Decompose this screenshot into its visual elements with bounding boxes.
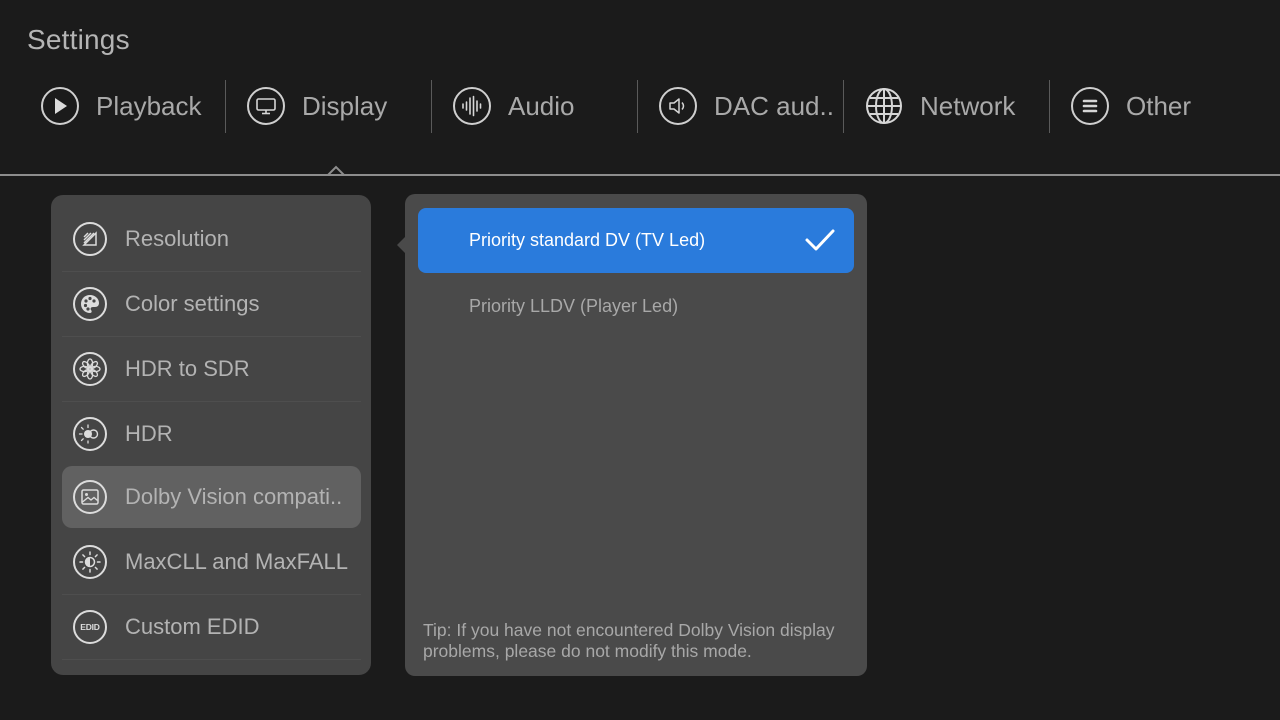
checkmark-icon — [805, 229, 835, 251]
option-label: Priority standard DV (TV Led) — [469, 230, 706, 250]
menu-divider — [62, 659, 361, 660]
tab-audio[interactable]: Audio — [412, 78, 618, 134]
menu-item-label: Color settings — [125, 291, 260, 316]
category-tabs: Playback Display Audio DAC aud.. Network… — [0, 78, 1280, 134]
tip-text: Tip: If you have not encountered Dolby V… — [423, 620, 835, 661]
option-priority-standard-dv[interactable]: Priority standard DV (TV Led) — [418, 208, 854, 273]
tab-playback[interactable]: Playback — [0, 78, 206, 134]
image-icon — [73, 480, 107, 514]
edid-icon: EDID — [73, 610, 107, 644]
menu-divider — [62, 336, 361, 337]
menu-item-dolby-vision[interactable]: Dolby Vision compati.. — [62, 466, 361, 528]
tab-label: DAC aud.. — [714, 90, 834, 121]
menu-item-label: Custom EDID — [125, 614, 260, 639]
monitor-icon — [247, 87, 285, 125]
tab-dac-audio[interactable]: DAC aud.. — [618, 78, 834, 134]
tabs-underline — [0, 174, 1280, 176]
menu-lines-icon — [1071, 87, 1109, 125]
globe-icon — [865, 87, 903, 125]
tab-label: Audio — [508, 90, 575, 121]
tab-label: Network — [920, 90, 1016, 121]
menu-divider — [62, 401, 361, 402]
menu-item-label: Dolby Vision compati.. — [125, 484, 343, 509]
audio-wave-icon — [453, 87, 491, 125]
page-title: Settings — [27, 24, 130, 55]
resolution-icon — [73, 222, 107, 256]
play-icon — [41, 87, 79, 125]
menu-item-label: MaxCLL and MaxFALL — [125, 549, 348, 574]
tab-display[interactable]: Display — [206, 78, 412, 134]
tab-other[interactable]: Other — [1030, 78, 1236, 134]
active-tab-indicator — [324, 165, 348, 176]
menu-divider — [62, 594, 361, 595]
flower-icon — [73, 352, 107, 386]
menu-item-label: HDR to SDR — [125, 356, 250, 381]
brightness-icon — [73, 545, 107, 579]
tab-label: Other — [1126, 90, 1192, 121]
menu-item-custom-edid[interactable]: EDID Custom EDID — [62, 596, 361, 658]
menu-item-label: HDR — [125, 421, 173, 446]
tab-label: Display — [302, 90, 388, 121]
palette-icon — [73, 287, 107, 321]
tab-label: Playback — [96, 90, 202, 121]
menu-item-label: Resolution — [125, 226, 229, 251]
speaker-icon — [659, 87, 697, 125]
display-submenu: Resolution Color settings HDR to SDR HDR… — [51, 195, 371, 675]
hdr-sun-icon — [73, 417, 107, 451]
menu-item-color-settings[interactable]: Color settings — [62, 273, 361, 335]
menu-item-maxcll-maxfall[interactable]: MaxCLL and MaxFALL — [62, 531, 361, 593]
tab-network[interactable]: Network — [824, 78, 1030, 134]
menu-divider — [62, 271, 361, 272]
menu-item-hdr[interactable]: HDR — [62, 403, 361, 465]
option-priority-lldv[interactable]: Priority LLDV (Player Led) — [418, 274, 854, 339]
option-label: Priority LLDV (Player Led) — [469, 296, 679, 316]
dolby-vision-options-panel: Priority standard DV (TV Led) Priority L… — [405, 194, 867, 676]
menu-item-resolution[interactable]: Resolution — [62, 208, 361, 270]
menu-item-hdr-to-sdr[interactable]: HDR to SDR — [62, 338, 361, 400]
